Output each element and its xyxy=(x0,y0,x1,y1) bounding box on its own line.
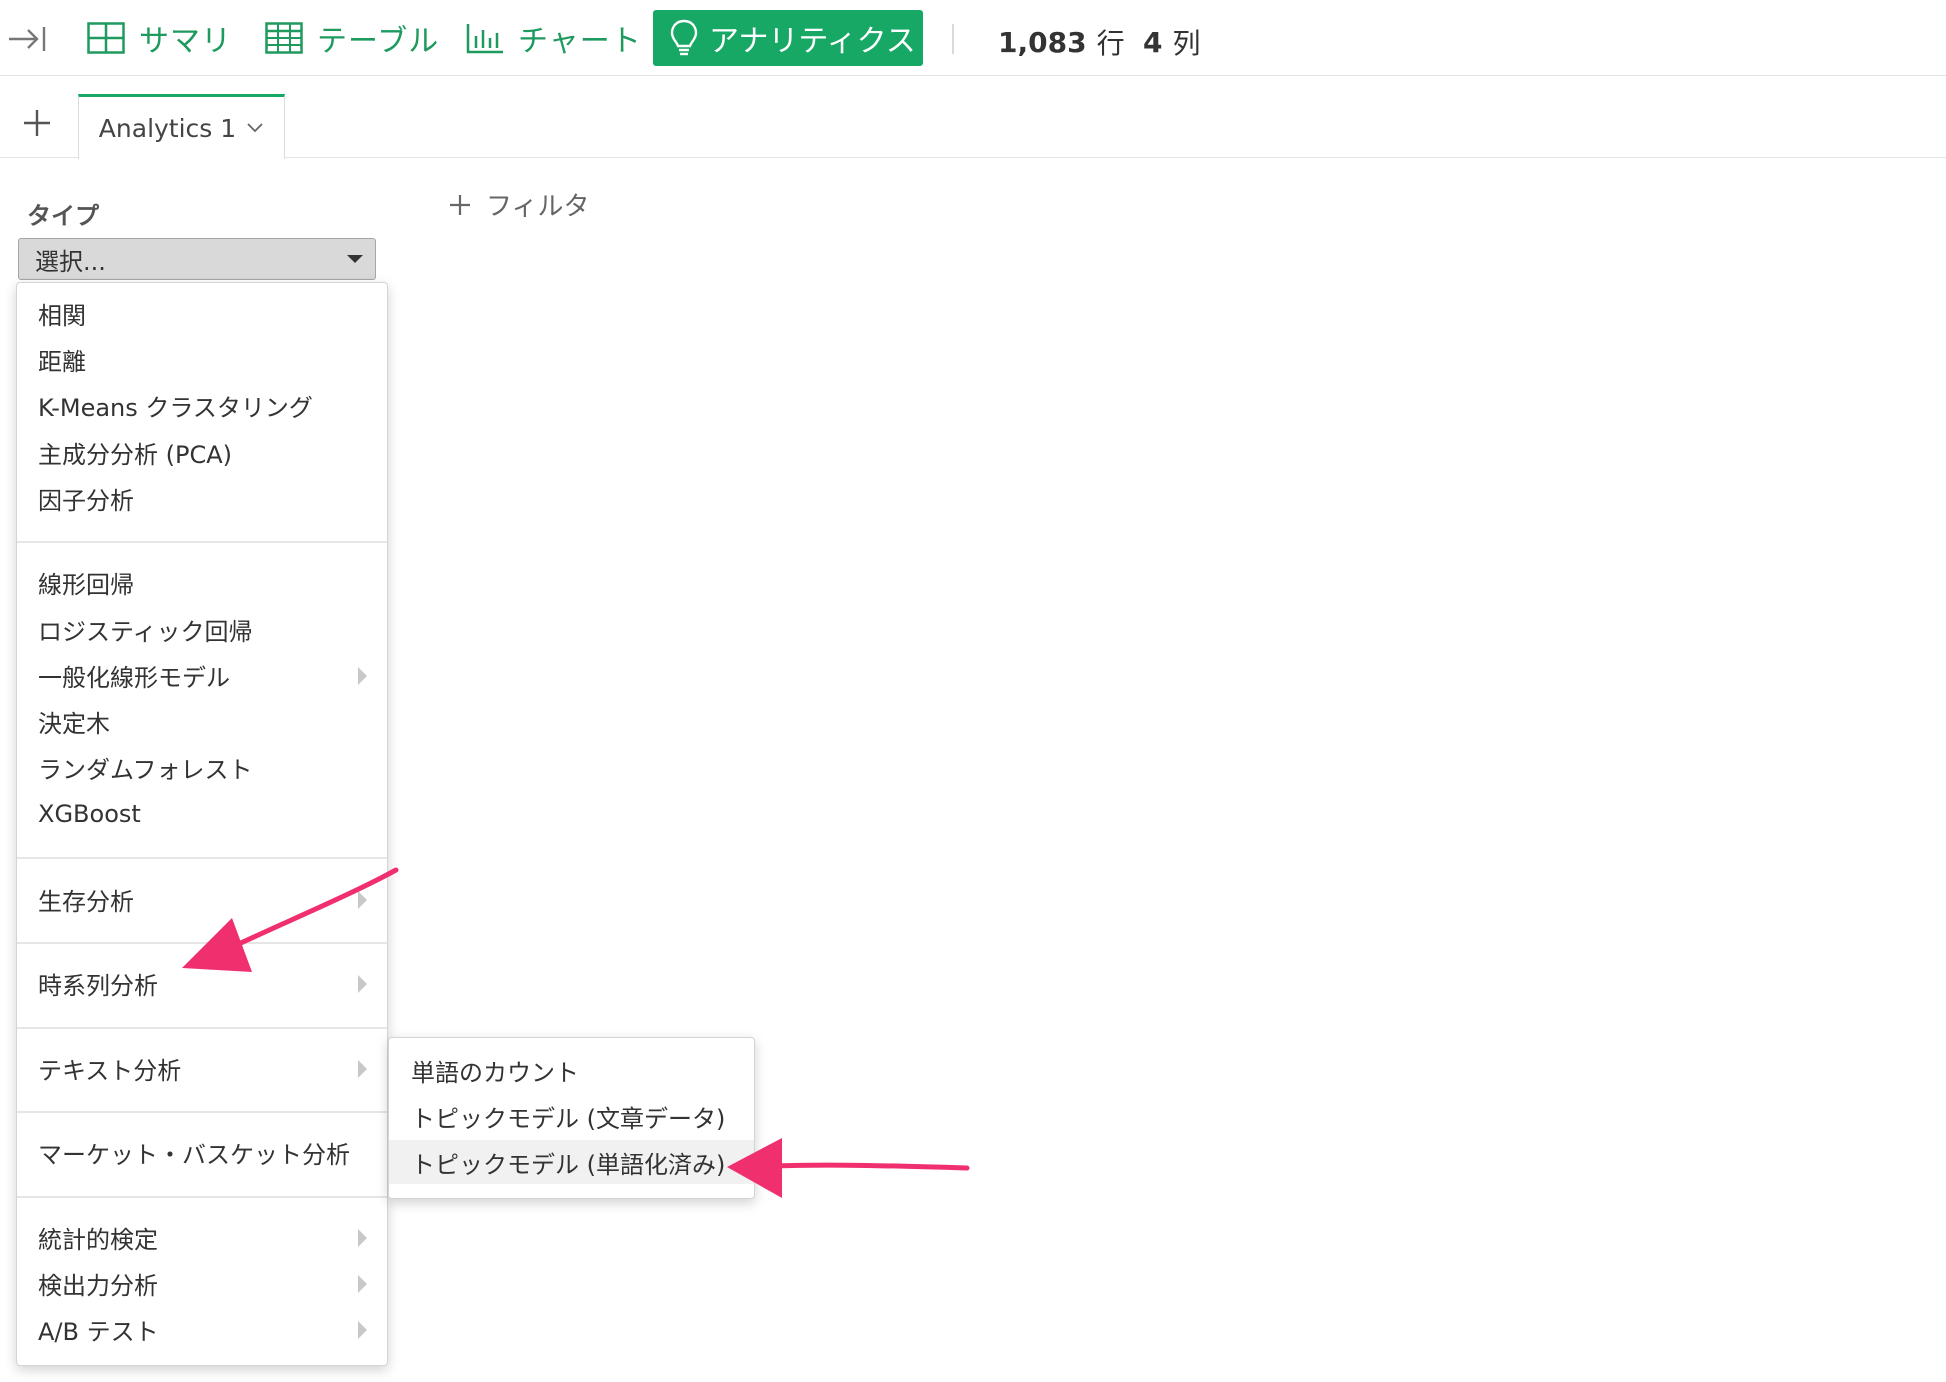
menu-item-label: A/B テスト xyxy=(38,1317,159,1346)
submenu-item-word-count[interactable]: 単語のカウント xyxy=(389,1048,754,1092)
column-count-unit: 列 xyxy=(1172,27,1201,60)
menu-item-label: 線形回帰 xyxy=(38,570,134,599)
menu-item-label: 検出力分析 xyxy=(38,1271,158,1300)
add-tab-plus-icon[interactable] xyxy=(20,106,54,140)
summary-grid-icon xyxy=(87,22,125,54)
menu-item-label: 主成分分析 (PCA) xyxy=(38,440,233,469)
menu-item-label: XGBoost xyxy=(38,800,141,828)
nav-table-label: テーブル xyxy=(317,24,440,59)
submenu-item-label: トピックモデル (文章データ) xyxy=(411,1104,726,1133)
menu-separator xyxy=(17,1111,387,1113)
menu-item-market-basket[interactable]: マーケット・バスケット分析 xyxy=(17,1130,387,1174)
caret-down-icon xyxy=(347,255,363,263)
menu-item-label: K-Means クラスタリング xyxy=(38,393,313,422)
menu-item-correlation[interactable]: 相関 xyxy=(17,291,387,335)
menu-item-logistic-regression[interactable]: ロジスティック回帰 xyxy=(17,607,387,651)
menu-separator xyxy=(17,942,387,944)
menu-item-label: 統計的検定 xyxy=(38,1225,158,1254)
nav-table-button[interactable]: テーブル xyxy=(265,10,439,66)
app-root: サマリ テーブル チャート アナリティクス 1,083 行 4 列 Analyt… xyxy=(0,0,1946,1382)
menu-item-label: 一般化線形モデル xyxy=(38,663,230,692)
menu-item-statistical-test[interactable]: 統計的検定 xyxy=(17,1215,387,1259)
menu-item-label: 因子分析 xyxy=(38,486,134,515)
top-toolbar: サマリ テーブル チャート アナリティクス 1,083 行 4 列 xyxy=(0,0,1946,76)
menu-item-distance[interactable]: 距離 xyxy=(17,337,387,381)
submenu-arrow-icon xyxy=(358,667,367,685)
row-count-unit: 行 xyxy=(1096,27,1125,60)
menu-item-label: 時系列分析 xyxy=(38,971,158,1000)
nav-analytics-label: アナリティクス xyxy=(709,24,916,59)
menu-item-label: テキスト分析 xyxy=(38,1056,182,1085)
plus-icon xyxy=(448,193,472,217)
analytics-tab-row: Analytics 1 xyxy=(0,76,1946,159)
menu-item-label: ロジスティック回帰 xyxy=(38,617,253,646)
type-label: タイプ xyxy=(27,202,99,230)
menu-item-decision-tree[interactable]: 決定木 xyxy=(17,699,387,743)
nav-summary-button[interactable]: サマリ xyxy=(87,10,232,66)
column-count: 4 列 xyxy=(1143,22,1201,62)
submenu-arrow-icon xyxy=(358,975,367,993)
menu-item-glm[interactable]: 一般化線形モデル xyxy=(17,653,387,697)
menu-separator xyxy=(17,857,387,859)
toolbar-divider xyxy=(952,24,954,54)
menu-item-power-analysis[interactable]: 検出力分析 xyxy=(17,1261,387,1305)
menu-item-ab-test[interactable]: A/B テスト xyxy=(17,1307,387,1351)
menu-item-label: 生存分析 xyxy=(38,887,134,916)
nav-chart-button[interactable]: チャート xyxy=(466,10,642,66)
menu-item-label: 相関 xyxy=(38,301,86,330)
nav-chart-label: チャート xyxy=(518,24,642,59)
lightbulb-icon xyxy=(669,18,699,58)
submenu-arrow-icon xyxy=(358,1229,367,1247)
type-select[interactable]: 選択... xyxy=(18,238,376,280)
chevron-down-icon[interactable] xyxy=(246,122,264,134)
table-icon xyxy=(265,22,303,54)
analysis-type-menu: 相関 距離 K-Means クラスタリング 主成分分析 (PCA) 因子分析 線… xyxy=(16,282,388,1366)
menu-separator xyxy=(17,1196,387,1198)
text-analysis-submenu: 単語のカウント トピックモデル (文章データ) トピックモデル (単語化済み) xyxy=(388,1037,755,1199)
menu-item-time-series[interactable]: 時系列分析 xyxy=(17,961,387,1005)
row-count: 1,083 行 xyxy=(998,22,1125,62)
menu-item-random-forest[interactable]: ランダムフォレスト xyxy=(17,745,387,789)
bar-chart-icon xyxy=(466,22,504,54)
submenu-item-label: 単語のカウント xyxy=(411,1058,579,1087)
row-count-value: 1,083 xyxy=(998,25,1087,59)
submenu-arrow-icon xyxy=(358,1275,367,1293)
menu-item-label: ランダムフォレスト xyxy=(38,755,253,784)
submenu-item-label: トピックモデル (単語化済み) xyxy=(411,1150,726,1179)
submenu-item-topic-model-documents[interactable]: トピックモデル (文章データ) xyxy=(389,1094,754,1138)
menu-item-label: 距離 xyxy=(38,347,86,376)
menu-item-kmeans[interactable]: K-Means クラスタリング xyxy=(17,383,387,427)
filter-label: フィルタ xyxy=(486,192,590,222)
menu-item-survival-analysis[interactable]: 生存分析 xyxy=(17,877,387,921)
column-count-value: 4 xyxy=(1143,25,1163,59)
menu-item-label: 決定木 xyxy=(38,709,110,738)
type-select-value: 選択... xyxy=(35,247,106,276)
menu-separator xyxy=(17,541,387,543)
submenu-arrow-icon xyxy=(358,1321,367,1339)
submenu-arrow-icon xyxy=(358,1060,367,1078)
tab-label: Analytics 1 xyxy=(98,113,237,143)
menu-item-xgboost[interactable]: XGBoost xyxy=(17,792,387,836)
add-filter-button[interactable]: フィルタ xyxy=(448,186,589,223)
submenu-item-topic-model-tokenized[interactable]: トピックモデル (単語化済み) xyxy=(389,1140,754,1184)
tab-analytics-1[interactable]: Analytics 1 xyxy=(78,94,285,159)
nav-analytics-button[interactable]: アナリティクス xyxy=(653,10,923,66)
nav-summary-label: サマリ xyxy=(139,24,232,59)
collapse-sidebar-icon[interactable] xyxy=(6,18,48,60)
menu-item-text-analysis[interactable]: テキスト分析 xyxy=(17,1046,387,1090)
menu-item-factor-analysis[interactable]: 因子分析 xyxy=(17,476,387,520)
annotation-arrow-topic-model xyxy=(727,1138,970,1198)
menu-item-linear-regression[interactable]: 線形回帰 xyxy=(17,560,387,604)
menu-separator xyxy=(17,1027,387,1029)
menu-item-label: マーケット・バスケット分析 xyxy=(38,1140,350,1169)
menu-item-pca[interactable]: 主成分分析 (PCA) xyxy=(17,430,387,474)
submenu-arrow-icon xyxy=(358,891,367,909)
